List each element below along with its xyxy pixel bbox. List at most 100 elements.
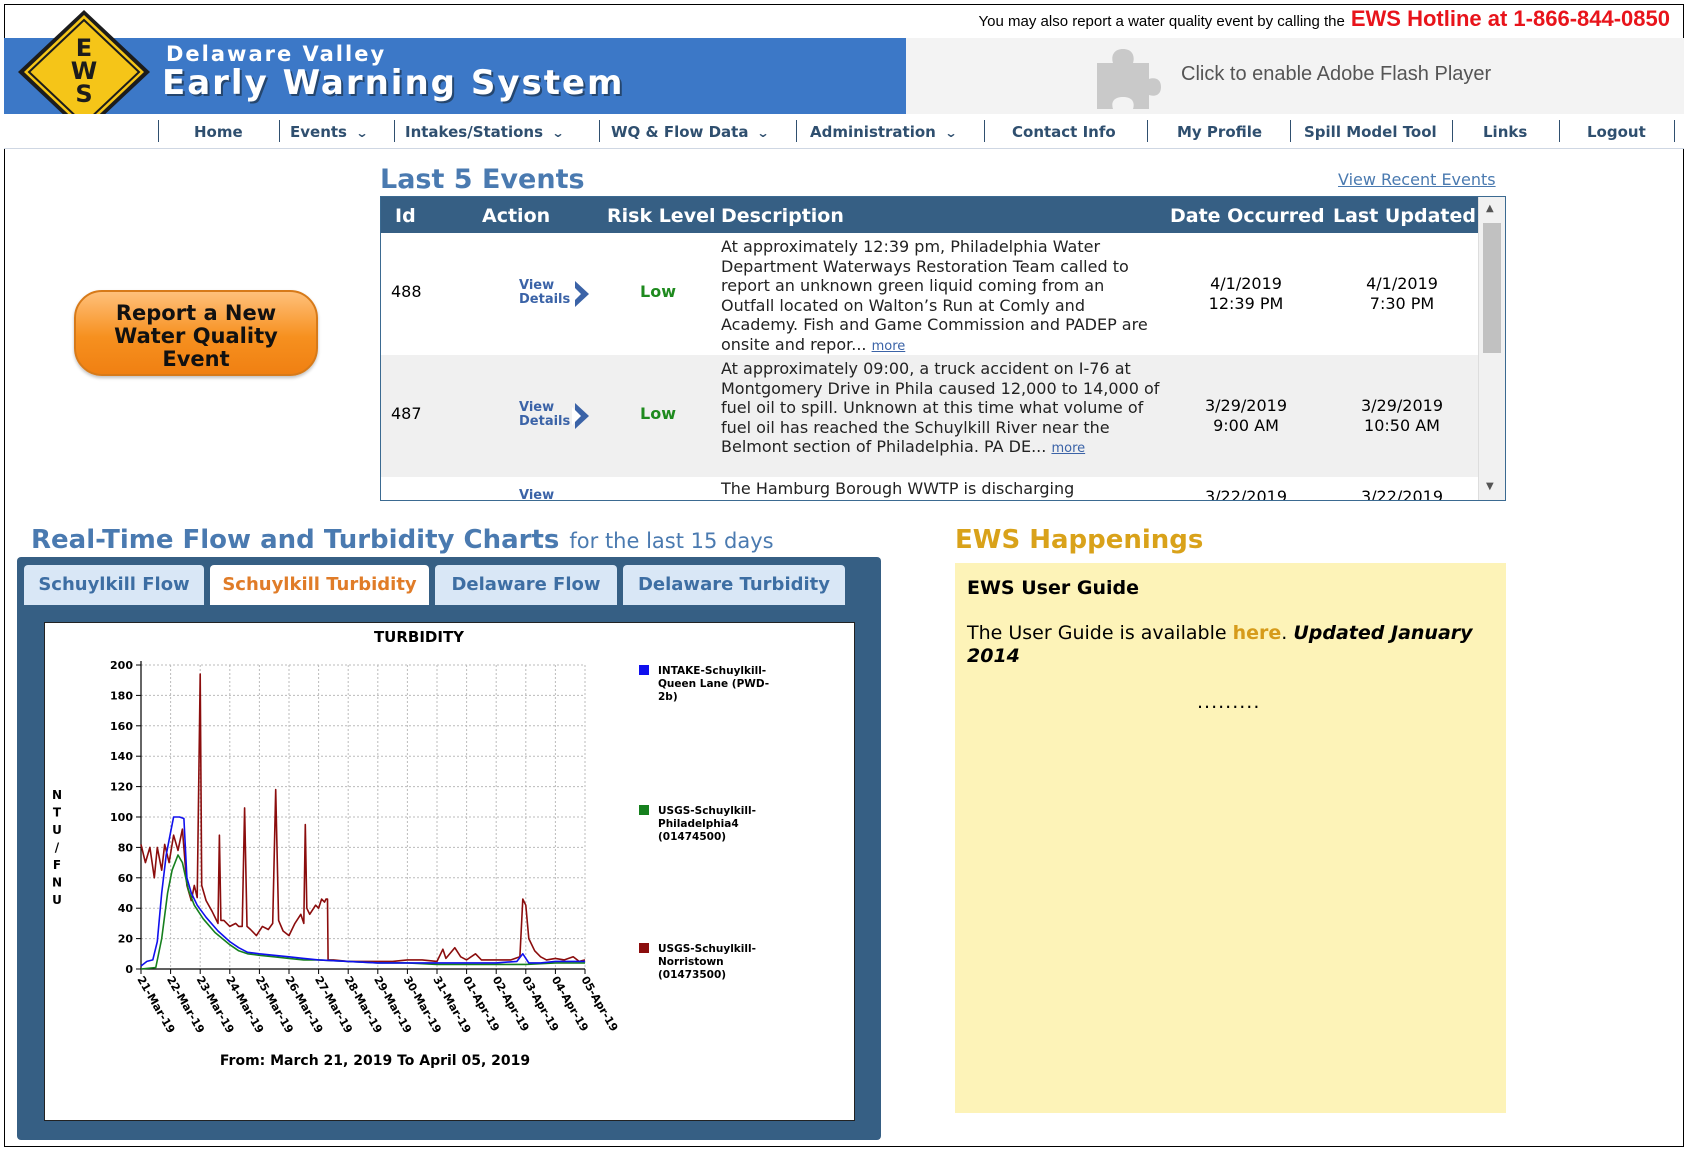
- nav-events[interactable]: Events ⌄: [290, 123, 369, 141]
- risk-level: Low: [640, 282, 676, 301]
- report-new-event-button[interactable]: Report a New Water Quality Event: [74, 290, 318, 376]
- date-occurred: 3/29/2019 9:00 AM: [1171, 396, 1321, 436]
- scrollbar-thumb[interactable]: [1483, 223, 1501, 353]
- nav-separator: [1559, 120, 1560, 142]
- y-tick-label: 40: [118, 902, 134, 915]
- event-description: At approximately 09:00, a truck accident…: [721, 359, 1161, 459]
- view-details-button[interactable]: View: [519, 489, 554, 501]
- events-table: Id Action Risk Level Description Date Oc…: [380, 196, 1506, 501]
- nav-contact-label: Contact Info: [1012, 123, 1116, 141]
- y-axis-label: F: [53, 858, 61, 872]
- view-details-button[interactable]: View Details: [519, 279, 589, 307]
- legend-label: (01473500): [658, 969, 726, 981]
- user-guide-link[interactable]: here: [1233, 622, 1282, 644]
- nav-intakes-label: Intakes/Stations: [405, 123, 544, 141]
- nav-links[interactable]: Links: [1483, 123, 1527, 141]
- y-axis-label: T: [53, 806, 62, 820]
- user-guide-text: The User Guide is available here. Update…: [967, 622, 1487, 668]
- y-tick-label: 140: [110, 750, 133, 763]
- flash-enable-text: Click to enable Adobe Flash Player: [1181, 63, 1492, 85]
- col-action: Action: [482, 205, 551, 227]
- legend-swatch: [639, 665, 649, 675]
- view-details-line2: Details: [519, 292, 571, 307]
- tab-delaware-turbidity[interactable]: Delaware Turbidity: [623, 565, 845, 605]
- report-button-line1: Report a New: [115, 301, 277, 325]
- happenings-title: EWS Happenings: [955, 525, 1204, 555]
- chevron-down-icon: ⌄: [944, 126, 958, 140]
- nav-contact-info[interactable]: Contact Info: [1012, 123, 1116, 141]
- tab-schuylkill-flow[interactable]: Schuylkill Flow: [24, 565, 204, 605]
- nav-intakes-stations[interactable]: Intakes/Stations ⌄: [405, 123, 565, 141]
- chevron-down-icon: ⌄: [756, 126, 771, 140]
- y-tick-label: 180: [110, 689, 133, 702]
- flash-placeholder[interactable]: Click to enable Adobe Flash Player: [906, 38, 1684, 114]
- nav-separator: [1674, 120, 1675, 142]
- col-date-occurred: Date Occurred: [1170, 205, 1325, 227]
- table-row: 488 View Details Low At approximately 12…: [381, 233, 1479, 355]
- report-button-line3: Event: [162, 347, 230, 371]
- y-tick-label: 120: [110, 781, 133, 794]
- nav-logout-label: Logout: [1587, 123, 1646, 141]
- y-tick-label: 20: [118, 933, 134, 946]
- col-last-updated: Last Updated: [1333, 205, 1476, 227]
- event-id: 488: [391, 282, 422, 301]
- last-updated-time: 10:50 AM: [1364, 416, 1440, 435]
- chart-footer: From: March 21, 2019 To April 05, 2019: [220, 1053, 530, 1069]
- y-tick-label: 0: [125, 963, 133, 976]
- event-description-text: At approximately 12:39 pm, Philadelphia …: [721, 237, 1148, 354]
- tab-schuylkill-turbidity[interactable]: Schuylkill Turbidity: [210, 565, 429, 605]
- y-axis-label: U: [52, 893, 62, 907]
- series-line: [140, 816, 585, 967]
- nav-links-label: Links: [1483, 123, 1528, 141]
- charts-title: Real-Time Flow and Turbidity Charts for t…: [31, 525, 774, 555]
- y-axis-label: /: [55, 841, 60, 855]
- more-link[interactable]: more: [1051, 441, 1085, 456]
- happenings-box: EWS User Guide The User Guide is availab…: [955, 563, 1506, 1113]
- nav-separator: [158, 120, 159, 142]
- charts-panel: Schuylkill Flow Schuylkill Turbidity Del…: [17, 557, 881, 1140]
- nav-home[interactable]: Home: [194, 123, 243, 141]
- view-details-button[interactable]: View Details: [519, 401, 589, 429]
- chart-title: TURBIDITY: [374, 628, 465, 646]
- legend-label: USGS-Schuylkill-: [658, 943, 756, 955]
- legend-swatch: [639, 943, 649, 953]
- chevron-right-icon: [572, 281, 589, 307]
- nav-spill-model-tool[interactable]: Spill Model Tool: [1304, 123, 1437, 141]
- chevron-right-icon: [572, 403, 589, 429]
- legend-label: Norristown: [658, 956, 724, 968]
- y-axis-label: N: [52, 788, 62, 802]
- nav-wq-flow-data[interactable]: WQ & Flow Data ⌄: [611, 123, 771, 141]
- y-axis-label: N: [52, 876, 62, 890]
- turbidity-chart: TURBIDITY02040608010012014016018020021-M…: [52, 628, 769, 1069]
- date-occurred-date: 4/1/2019: [1210, 274, 1282, 293]
- legend-label: Queen Lane (PWD-: [658, 678, 769, 690]
- view-recent-events-link[interactable]: View Recent Events: [1338, 170, 1496, 189]
- date-occurred: 4/1/2019 12:39 PM: [1171, 274, 1321, 314]
- plugin-puzzle-icon: [1097, 49, 1161, 109]
- nav-my-profile[interactable]: My Profile: [1177, 123, 1262, 141]
- nav-separator: [1147, 120, 1148, 142]
- scroll-up-icon[interactable]: ▲: [1486, 203, 1494, 214]
- hotline-number: EWS Hotline at 1-866-844-0850: [1350, 6, 1670, 31]
- nav-administration[interactable]: Administration ⌄: [810, 123, 958, 141]
- risk-level: Low: [640, 404, 676, 423]
- events-scrollbar[interactable]: ▲ ▼: [1478, 197, 1505, 500]
- nav-separator: [1290, 120, 1291, 142]
- brand-title: Early Warning System: [162, 63, 625, 103]
- nav-profile-label: My Profile: [1177, 123, 1263, 141]
- y-tick-label: 200: [110, 659, 133, 672]
- nav-separator: [1452, 120, 1453, 142]
- y-tick-label: 100: [110, 811, 133, 824]
- more-link[interactable]: more: [872, 339, 906, 354]
- chevron-down-icon: ⌄: [551, 126, 565, 140]
- scroll-down-icon[interactable]: ▼: [1486, 481, 1494, 492]
- nav-separator: [279, 120, 280, 142]
- user-guide-heading: EWS User Guide: [967, 577, 1139, 599]
- nav-logout[interactable]: Logout: [1587, 123, 1646, 141]
- tab-delaware-flow[interactable]: Delaware Flow: [435, 565, 617, 605]
- view-details-line1: View: [519, 488, 555, 501]
- nav-spill-label: Spill Model Tool: [1304, 123, 1437, 141]
- table-row: 487 View Details Low At approximately 09…: [381, 355, 1479, 477]
- col-description: Description: [721, 205, 844, 227]
- main-nav: Home Events ⌄ Intakes/Stations ⌄ WQ & Flow…: [4, 114, 1684, 149]
